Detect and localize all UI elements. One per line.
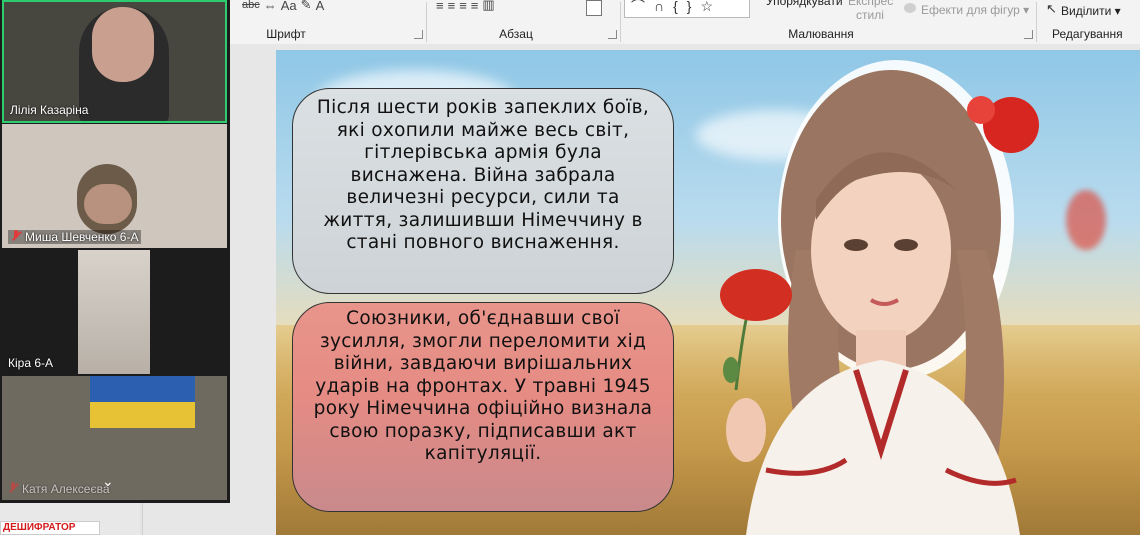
muted-mic-icon	[8, 482, 18, 494]
participant-tile[interactable]: Катя Алексеєва ⌄	[2, 376, 227, 500]
text-block-1[interactable]: Після шести років запеклих боїв, які охо…	[292, 88, 674, 294]
participant-tile[interactable]: Лілія Казаріна	[2, 0, 227, 123]
drawing-dialog-launcher[interactable]	[1024, 30, 1033, 39]
shape-effects-label: Ефекти для фігур	[921, 3, 1020, 17]
participant-name: Катя Алексеєва	[22, 482, 110, 496]
paragraph-align-icons[interactable]: ≡ ≡ ≡ ≡ ▥	[436, 0, 495, 14]
group-label-drawing: Малювання	[788, 27, 854, 41]
spacing-icon[interactable]: ⇔	[264, 0, 277, 13]
express-styles-line1[interactable]: Експрес	[848, 0, 893, 8]
group-separator	[426, 2, 427, 42]
group-label-editing: Редагування	[1052, 27, 1123, 41]
font-dialog-launcher[interactable]	[414, 30, 423, 39]
ukrainian-flag	[90, 376, 195, 402]
brace-right-icon[interactable]: }	[687, 0, 692, 14]
participant-name: Лілія Казаріна	[10, 103, 89, 117]
participant-face	[84, 184, 132, 224]
group-separator	[620, 2, 621, 42]
thumbnail-label: ДЕШИФРАТОР	[3, 522, 76, 533]
participant-name-row: Катя Алексеєва	[8, 482, 110, 496]
participant-face	[92, 7, 154, 82]
align-left-icon[interactable]: ≡	[436, 0, 444, 13]
change-case-icon[interactable]: Aa	[281, 0, 297, 13]
participant-name: Миша Шевченко 6-А	[25, 230, 139, 244]
text-block-2[interactable]: Союзники, об'єднавши свої зусилля, змогл…	[292, 302, 674, 512]
ukrainian-flag	[90, 402, 195, 428]
strikethrough-icon[interactable]: abc	[242, 0, 260, 11]
participant-tile[interactable]: Миша Шевченко 6-А	[2, 124, 227, 248]
line-shape-icon[interactable]: ⌒	[631, 0, 645, 16]
shape-effects-icon[interactable]	[904, 3, 916, 13]
video-call-panel: Лілія Казаріна Миша Шевченко 6-А Кіра 6-…	[0, 0, 230, 503]
shape-effects-button[interactable]: Ефекти для фігур ▾	[921, 3, 1029, 17]
select-label: Виділити	[1061, 4, 1112, 18]
participant-name-row: Миша Шевченко 6-А	[8, 230, 142, 244]
arrange-button[interactable]: Упорядкувати	[766, 0, 843, 8]
chevron-down-icon[interactable]: ⌄	[102, 473, 114, 490]
brace-left-icon[interactable]: {	[673, 0, 678, 14]
group-label-font: Шрифт	[266, 27, 306, 41]
columns-icon[interactable]: ▥	[482, 0, 494, 13]
justify-icon[interactable]: ≡	[471, 0, 479, 13]
participant-tile[interactable]: Кіра 6-А	[2, 250, 227, 374]
highlight-icon[interactable]: ✎	[301, 0, 312, 13]
participant-name: Кіра 6-А	[8, 356, 54, 370]
align-center-icon[interactable]: ≡	[448, 0, 456, 13]
align-right-icon[interactable]: ≡	[459, 0, 467, 13]
group-separator	[1036, 2, 1037, 42]
star-shape-icon[interactable]: ☆	[700, 0, 713, 15]
select-button[interactable]: Виділити ▾	[1061, 4, 1121, 18]
express-styles-line2[interactable]: стилі	[856, 8, 884, 22]
paragraph-dialog-launcher[interactable]	[608, 30, 617, 39]
participant-video	[78, 250, 150, 374]
smartart-icon[interactable]	[586, 0, 602, 16]
cursor-icon[interactable]: ↖	[1046, 1, 1057, 17]
group-label-paragraph: Абзац	[499, 27, 533, 41]
curve-shape-icon[interactable]: ∩	[654, 0, 664, 14]
muted-mic-icon	[11, 230, 21, 242]
shapes-gallery[interactable]: ⌒ ∩ { } ☆	[624, 0, 750, 18]
font-color-icon[interactable]: A	[316, 0, 325, 13]
font-format-icons[interactable]: abc ⇔ Aa ✎ A	[242, 0, 324, 14]
girl-with-poppy-illustration	[720, 60, 1039, 535]
slide-thumbnail[interactable]: ДЕШИФРАТОР	[0, 521, 100, 535]
